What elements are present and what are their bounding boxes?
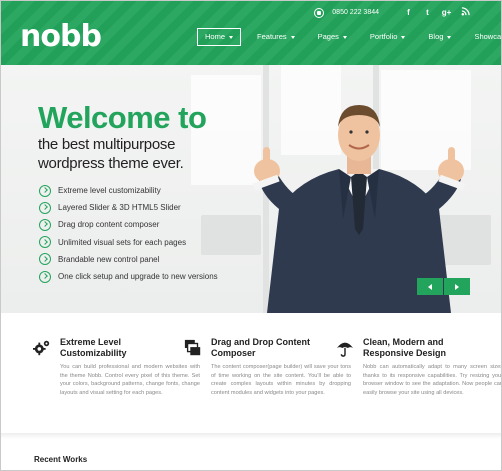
- slider-controls: [417, 278, 470, 295]
- hero-heading: Welcome to: [38, 100, 207, 135]
- column-title: Drag and Drop Content Composer: [211, 337, 351, 358]
- feature-column: Extreme Level Customizability You can bu…: [33, 337, 200, 397]
- list-item: Brandable new control panel: [39, 251, 218, 268]
- feature-list: Extreme level customizability Layered Sl…: [39, 182, 218, 285]
- rss-icon[interactable]: [460, 7, 471, 18]
- feature-label: Unlimited visual sets for each pages: [58, 237, 187, 247]
- chevron-down-icon: [447, 35, 452, 39]
- column-text: You can build professional and modern we…: [60, 364, 200, 396]
- phone-number: 0850 222 3844: [332, 9, 379, 16]
- column-title-line1: Extreme Level: [60, 337, 122, 347]
- column-title-line2: Responsive Design: [363, 347, 447, 358]
- hero-tagline-line2: wordpress theme ever.: [38, 155, 184, 172]
- site-header: nobb 0850 222 3844 f t g+ Home Features …: [1, 1, 501, 65]
- column-title-line2: Composer: [211, 347, 256, 358]
- nav-blog[interactable]: Blog: [421, 28, 458, 46]
- column-text: Nobb can automatically adapt to many scr…: [363, 364, 502, 396]
- slider-next-button[interactable]: [444, 278, 470, 295]
- nav-blog-label: Blog: [428, 32, 444, 41]
- nav-pages-label: Pages: [317, 32, 339, 41]
- check-circle-icon: [39, 253, 51, 266]
- chevron-down-icon: [342, 35, 347, 39]
- check-circle-icon: [39, 201, 51, 214]
- phone-icon: [314, 7, 325, 18]
- check-circle-icon: [39, 270, 51, 283]
- feature-label: Layered Slider & 3D HTML5 Slider: [58, 203, 181, 213]
- gears-icon: [33, 340, 50, 356]
- feature-label: Brandable new control panel: [58, 254, 160, 264]
- column-title-line1: Drag and Drop Content: [211, 337, 310, 347]
- arrow-left-icon: [428, 283, 432, 290]
- feature-label: Drag drop content composer: [58, 220, 160, 230]
- column-title: Extreme Level Customizability: [60, 337, 200, 358]
- nav-portfolio-label: Portfolio: [369, 32, 398, 41]
- check-circle-icon: [39, 236, 51, 249]
- column-title-line2: Customizability: [60, 347, 127, 358]
- layers-icon: [184, 339, 201, 356]
- feature-column: Clean, Modern and Responsive Design Nobb…: [336, 337, 502, 397]
- column-title: Clean, Modern and Responsive Design: [363, 337, 501, 358]
- umbrella-icon: [336, 342, 354, 357]
- nav-home[interactable]: Home: [197, 28, 242, 46]
- google-plus-icon[interactable]: g+: [441, 8, 452, 17]
- nav-features-label: Features: [257, 32, 287, 41]
- chevron-down-icon: [290, 35, 295, 39]
- hero-tagline: the best multipurpose wordpress theme ev…: [38, 135, 184, 173]
- nav-home-label: Home: [205, 32, 226, 41]
- list-item: One click setup and upgrade to new versi…: [39, 268, 218, 285]
- section-divider: [1, 433, 501, 439]
- twitter-icon[interactable]: t: [422, 8, 433, 17]
- nav-showcase-label: Showcase: [474, 32, 502, 41]
- page-frame: nobb 0850 222 3844 f t g+ Home Features …: [0, 0, 502, 471]
- facebook-icon[interactable]: f: [403, 8, 414, 17]
- recent-works-heading: Recent Works: [34, 455, 88, 464]
- arrow-right-icon: [455, 283, 459, 290]
- nav-showcase[interactable]: Showcase: [467, 28, 502, 46]
- feature-label: One click setup and upgrade to new versi…: [58, 272, 218, 282]
- list-item: Unlimited visual sets for each pages: [39, 234, 218, 251]
- feature-columns: Extreme Level Customizability You can bu…: [1, 313, 501, 433]
- list-item: Layered Slider & 3D HTML5 Slider: [39, 199, 218, 216]
- column-text: The content composer(page builder) will …: [211, 364, 351, 396]
- hero-tagline-line1: the best multipurpose: [38, 136, 176, 153]
- list-item: Drag drop content composer: [39, 216, 218, 233]
- nav-pages[interactable]: Pages: [311, 28, 354, 46]
- feature-column: Drag and Drop Content Composer The conte…: [184, 337, 351, 397]
- site-logo[interactable]: nobb: [20, 19, 102, 54]
- top-bar: 0850 222 3844 f t g+: [314, 7, 471, 18]
- chevron-down-icon: [401, 35, 406, 39]
- slider-prev-button[interactable]: [417, 278, 443, 295]
- main-nav: Home Features Pages Portfolio Blog Showc…: [197, 28, 502, 46]
- nav-features[interactable]: Features: [250, 28, 302, 46]
- chevron-down-icon: [229, 35, 234, 39]
- check-circle-icon: [39, 184, 51, 197]
- feature-label: Extreme level customizability: [58, 186, 161, 196]
- column-title-line1: Clean, Modern and: [363, 337, 444, 347]
- nav-portfolio[interactable]: Portfolio: [363, 28, 413, 46]
- check-circle-icon: [39, 218, 51, 231]
- list-item: Extreme level customizability: [39, 182, 218, 199]
